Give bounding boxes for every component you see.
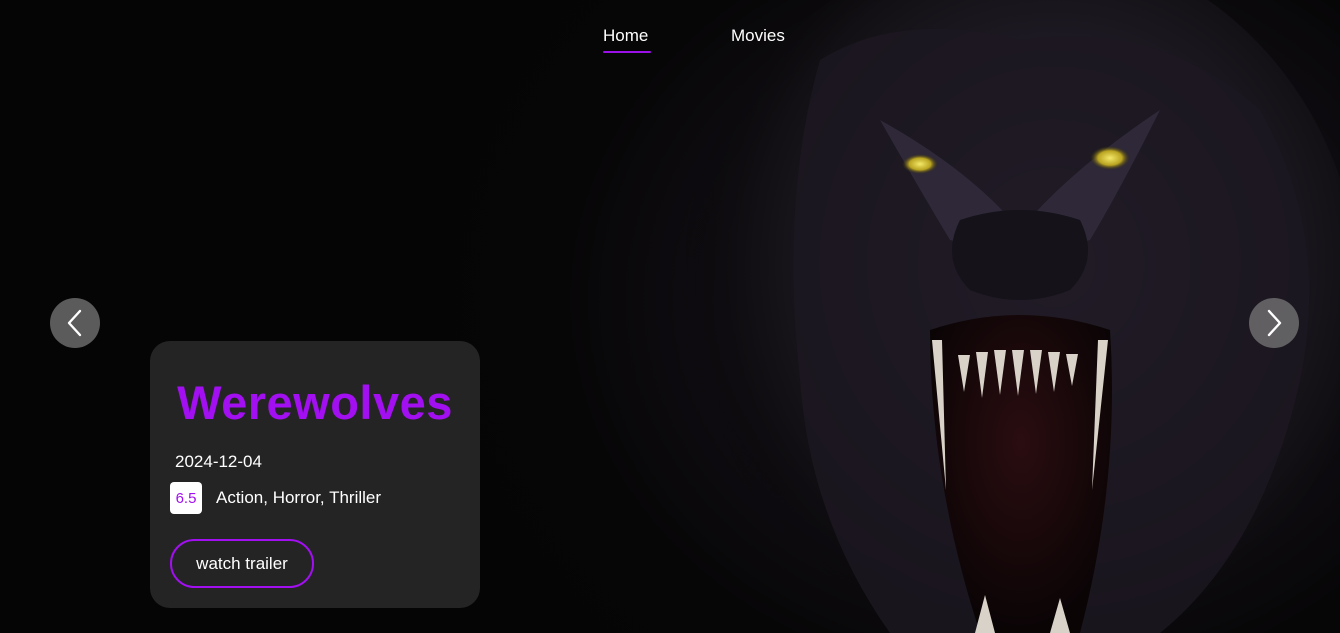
top-nav: Home Movies	[0, 26, 1340, 58]
werewolf-backdrop-image	[680, 0, 1340, 633]
watch-trailer-button[interactable]: watch trailer	[170, 539, 314, 588]
nav-home-link[interactable]: Home	[603, 26, 648, 46]
featured-movie-card: Werewolves 2024-12-04 6.5 Action, Horror…	[150, 341, 480, 608]
chevron-right-icon	[1267, 309, 1282, 337]
chevron-left-icon	[67, 309, 82, 337]
nav-active-underline	[603, 51, 651, 53]
release-date: 2024-12-04	[175, 452, 262, 471]
movie-title: Werewolves	[177, 376, 453, 429]
genre-list: Action, Horror, Thriller	[216, 488, 382, 507]
rating-badge: 6.5	[170, 482, 202, 514]
carousel-next-button[interactable]	[1249, 298, 1299, 348]
carousel-prev-button[interactable]	[50, 298, 100, 348]
nav-movies-link[interactable]: Movies	[731, 26, 785, 46]
